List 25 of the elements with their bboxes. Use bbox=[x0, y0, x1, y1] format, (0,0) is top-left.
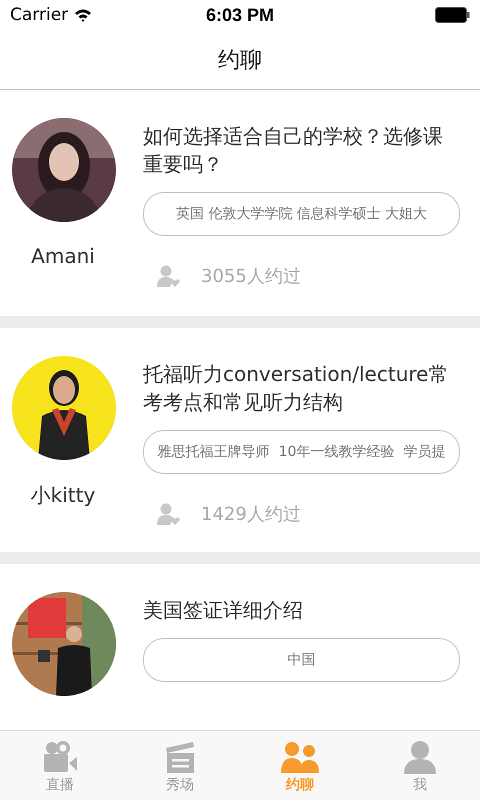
person-heart-icon bbox=[157, 503, 181, 525]
consultant-card[interactable]: 小kitty 托福听力conversation/lecture常考考点和常见听力结构 雅思托福王牌导师 10年一线教学经验 学员提 1429人约过 bbox=[0, 328, 480, 552]
status-time: 6:03 PM bbox=[206, 4, 274, 26]
consultant-name: Amani bbox=[31, 244, 95, 268]
carrier-name: Carrier bbox=[10, 5, 68, 25]
topic-title: 美国签证详细介绍 bbox=[143, 597, 304, 624]
tab-item[interactable]: 我 bbox=[360, 731, 480, 800]
consultant-name: 小kitty bbox=[30, 482, 96, 509]
consultant-tag: 雅思托福王牌导师 10年一线教学经验 学员提 bbox=[143, 430, 460, 474]
booking-count: 3055人约过 bbox=[201, 265, 301, 288]
consultant-card[interactable]: Amani 如何选择适合自己的学校？选修课重要吗？ 英国 伦敦大学学院 信息科学硕士 大姐大 3055人约过 bbox=[0, 90, 480, 316]
tab-item[interactable]: 秀场 bbox=[120, 731, 240, 800]
two-people-icon bbox=[280, 740, 320, 774]
wifi-icon bbox=[74, 8, 92, 22]
person-heart-icon bbox=[157, 265, 181, 287]
topic-title: 如何选择适合自己的学校？选修课重要吗？ bbox=[143, 123, 444, 178]
consultant-tag: 英国 伦敦大学学院 信息科学硕士 大姐大 bbox=[143, 192, 460, 236]
page-title: 约聊 bbox=[218, 46, 262, 74]
tab-item[interactable]: 直播 bbox=[0, 731, 120, 800]
booking-count: 1429人约过 bbox=[201, 503, 301, 526]
consultant-tag: 中国 bbox=[143, 638, 460, 682]
consultant-card[interactable]: 美国签证详细介绍 中国 bbox=[0, 564, 480, 731]
tab-item[interactable]: 约聊 bbox=[240, 731, 360, 800]
topic-title: 托福听力conversation/lecture常考考点和常见听力结构 bbox=[143, 361, 450, 416]
battery-icon bbox=[435, 7, 470, 23]
